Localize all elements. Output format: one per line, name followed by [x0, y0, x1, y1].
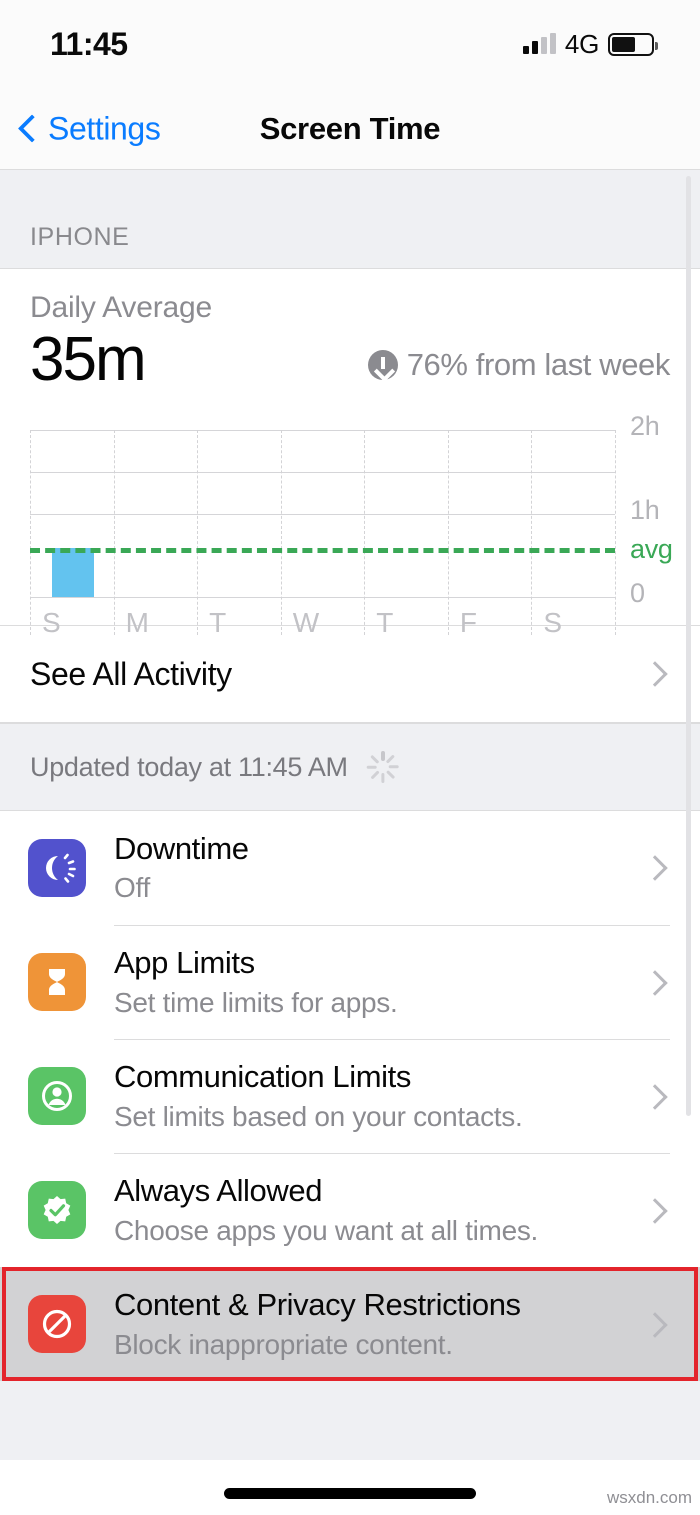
- chart-x-axis-label: T: [209, 607, 227, 639]
- chart-x-axis-label: S: [543, 607, 562, 639]
- chart-x-axis-label: F: [459, 607, 477, 639]
- settings-row-subtitle: Off: [114, 872, 150, 904]
- status-bar-time: 11:45: [50, 25, 128, 62]
- chart-x-axis-label: M: [125, 607, 149, 639]
- chart-gridline-horizontal: [30, 597, 615, 599]
- daily-average-block: Daily Average 35m 76% from last week: [0, 269, 700, 392]
- usage-summary-card: Daily Average 35m 76% from last week 0 1h…: [0, 268, 700, 724]
- daily-average-value: 35m: [30, 325, 147, 394]
- chart-x-axis-label: W: [292, 607, 319, 639]
- settings-row-app-limits[interactable]: App Limits Set time limits for apps.: [0, 924, 700, 1039]
- chart-bar: [52, 548, 94, 598]
- chevron-right-icon: [642, 1311, 668, 1338]
- downtime-bedtime-icon: [28, 839, 86, 898]
- see-all-activity-row[interactable]: See All Activity: [0, 625, 700, 723]
- prohibited-sign-icon: [28, 1295, 86, 1354]
- vertical-scrollbar[interactable]: [686, 176, 691, 1116]
- activity-spinner-icon: [366, 750, 400, 784]
- chart-gridline-vertical: [197, 430, 199, 636]
- chart-gridline-vertical: [615, 430, 616, 636]
- hourglass-icon: [28, 953, 86, 1012]
- person-circle-icon: [28, 1067, 86, 1126]
- chart-y-axis-label: 0: [630, 578, 645, 609]
- chart-y-axis-label: 2h: [630, 411, 660, 442]
- chart-gridline-horizontal: [30, 430, 615, 432]
- arrow-down-circle-icon: [367, 350, 398, 381]
- chevron-right-icon: [642, 1083, 668, 1110]
- chart-average-label: avg: [630, 534, 673, 565]
- settings-row-subtitle: Choose apps you want at all times.: [114, 1214, 539, 1246]
- settings-row-communication-limits[interactable]: Communication Limits Set limits based on …: [0, 1038, 700, 1153]
- chevron-right-icon: [642, 855, 668, 881]
- daily-average-label: Daily Average: [30, 291, 212, 324]
- section-header-iphone: IPHONE: [0, 170, 700, 268]
- settings-row-subtitle: Set limits based on your contacts.: [114, 1100, 523, 1132]
- chart-gridline-vertical: [30, 430, 31, 636]
- settings-row-title: App Limits: [114, 945, 255, 981]
- battery-icon: [608, 32, 658, 56]
- settings-row-downtime[interactable]: Downtime Off: [0, 811, 700, 925]
- scroll-content[interactable]: IPHONE Daily Average 35m 76% from last w…: [0, 170, 700, 1460]
- chart-x-axis-label: S: [42, 607, 61, 639]
- settings-row-subtitle: Block inappropriate content.: [114, 1328, 453, 1360]
- bottom-filler: [0, 1410, 700, 1461]
- chart-average-line: [30, 548, 615, 554]
- settings-row-always-allowed[interactable]: Always Allowed Choose apps you want at al…: [0, 1152, 700, 1267]
- chart-gridline-horizontal: [30, 471, 615, 473]
- cellular-signal-icon: [522, 33, 556, 54]
- see-all-activity-label: See All Activity: [30, 655, 232, 692]
- chevron-right-icon: [642, 969, 668, 996]
- settings-row-subtitle: Set time limits for apps.: [114, 986, 398, 1018]
- watermark: wsxdn.com: [606, 1488, 692, 1507]
- settings-row-title: Communication Limits: [114, 1059, 411, 1095]
- chart-gridline-vertical: [113, 430, 115, 636]
- page-title: Screen Time: [259, 110, 441, 146]
- chart-gridline-vertical: [447, 430, 449, 636]
- chart-gridline-vertical: [280, 430, 282, 636]
- home-indicator-area: [0, 1460, 700, 1515]
- chart-gridline-horizontal: [30, 513, 615, 515]
- navigation-bar: Settings Screen Time: [0, 88, 700, 170]
- screen-time-settings-list: Downtime Off App Limits Set time limits for…: [0, 810, 700, 1382]
- checkmark-seal-icon: [28, 1181, 86, 1240]
- chart-gridline-vertical: [531, 430, 533, 636]
- weekly-change-text: 76% from last week: [406, 347, 671, 383]
- weekly-change: 76% from last week: [367, 347, 671, 392]
- home-indicator-bar[interactable]: [224, 1488, 476, 1499]
- updated-status-text: Updated today at 11:45 AM: [30, 751, 348, 782]
- settings-row-content-privacy-restrictions[interactable]: Content & Privacy Restrictions Block inap…: [0, 1266, 700, 1382]
- chevron-right-icon: [642, 661, 668, 687]
- updated-status-row: Updated today at 11:45 AM: [0, 723, 700, 811]
- chart-y-axis-label: 1h: [630, 494, 660, 525]
- weekly-usage-chart[interactable]: 0 1h 2h avg S M T W T F S: [0, 410, 700, 638]
- settings-row-title: Content & Privacy Restrictions: [114, 1287, 521, 1323]
- status-bar-indicators: 4G: [522, 28, 658, 60]
- status-bar: 11:45 4G: [0, 0, 700, 88]
- chart-x-axis-label: T: [376, 607, 394, 639]
- chevron-right-icon: [642, 1197, 668, 1224]
- chart-gridline-vertical: [364, 430, 366, 636]
- settings-row-title: Always Allowed: [114, 1173, 323, 1209]
- chart-plot-area: 0 1h 2h avg S M T W T F S: [30, 411, 673, 638]
- settings-row-title: Downtime: [114, 830, 249, 866]
- network-type-label: 4G: [564, 28, 599, 59]
